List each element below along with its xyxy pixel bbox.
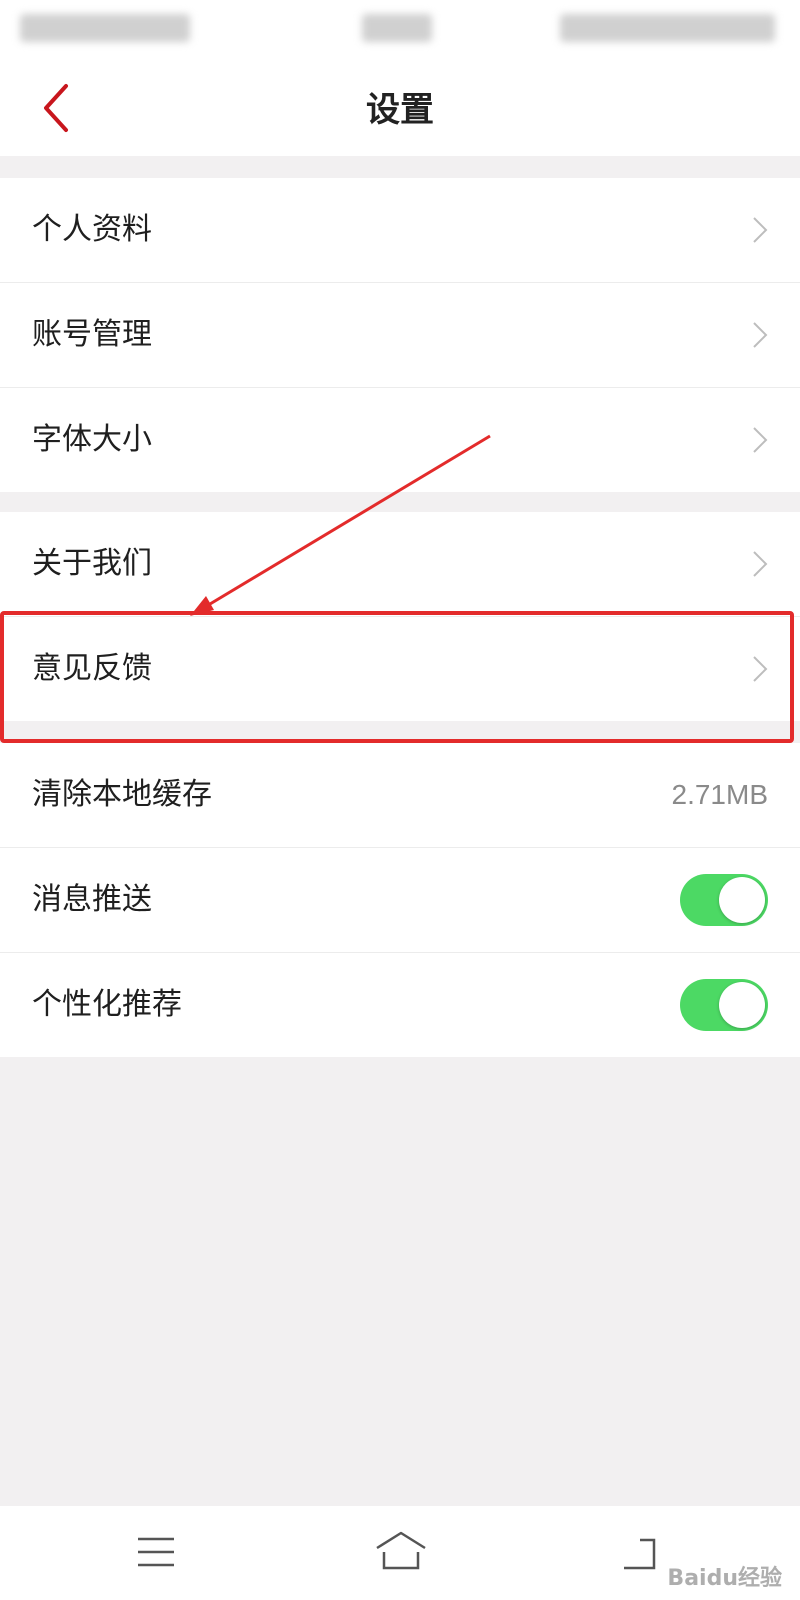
settings-item-label: 账号管理 xyxy=(32,317,152,352)
watermark: Baidu经验 xyxy=(667,1566,782,1591)
chevron-right-icon xyxy=(753,217,768,243)
settings-item-label: 消息推送 xyxy=(32,882,152,917)
annotation-highlight-box xyxy=(0,611,794,743)
settings-item-font-size[interactable]: 字体大小 xyxy=(0,388,800,492)
personalized-recommendations-toggle[interactable] xyxy=(680,979,768,1031)
cache-size-value: 2.71MB xyxy=(671,779,769,810)
status-time-blur xyxy=(362,14,432,42)
settings-item-personalized-recommendations: 个性化推荐 xyxy=(0,953,800,1057)
nav-header: 设置 xyxy=(0,56,800,156)
toggle-knob xyxy=(719,982,765,1028)
settings-item-push-notifications: 消息推送 xyxy=(0,848,800,953)
settings-item-label: 个性化推荐 xyxy=(32,987,182,1022)
page-title: 设置 xyxy=(366,90,434,130)
settings-group-preferences: 清除本地缓存 2.71MB 消息推送 个性化推荐 xyxy=(0,743,800,1057)
chevron-right-icon xyxy=(753,322,768,348)
settings-item-label: 关于我们 xyxy=(32,546,152,581)
settings-item-about-us[interactable]: 关于我们 xyxy=(0,512,800,617)
chevron-right-icon xyxy=(753,427,768,453)
settings-item-clear-cache[interactable]: 清除本地缓存 2.71MB xyxy=(0,743,800,848)
status-carrier-blur xyxy=(20,14,190,42)
chevron-right-icon xyxy=(753,551,768,577)
toggle-knob xyxy=(719,877,765,923)
settings-item-label: 清除本地缓存 xyxy=(32,777,212,812)
settings-item-account-management[interactable]: 账号管理 xyxy=(0,283,800,388)
settings-item-label: 字体大小 xyxy=(32,422,152,457)
settings-item-profile[interactable]: 个人资料 xyxy=(0,178,800,283)
system-nav-bar: Baidu经验 xyxy=(0,1506,800,1600)
status-icons-blur xyxy=(560,14,775,42)
back-nav-icon[interactable] xyxy=(620,1534,660,1574)
menu-icon[interactable] xyxy=(136,1534,176,1570)
settings-item-label: 个人资料 xyxy=(32,212,152,247)
push-notifications-toggle[interactable] xyxy=(680,874,768,926)
home-icon[interactable] xyxy=(374,1530,428,1574)
status-bar xyxy=(0,0,800,56)
settings-group-account: 个人资料 账号管理 字体大小 xyxy=(0,178,800,492)
